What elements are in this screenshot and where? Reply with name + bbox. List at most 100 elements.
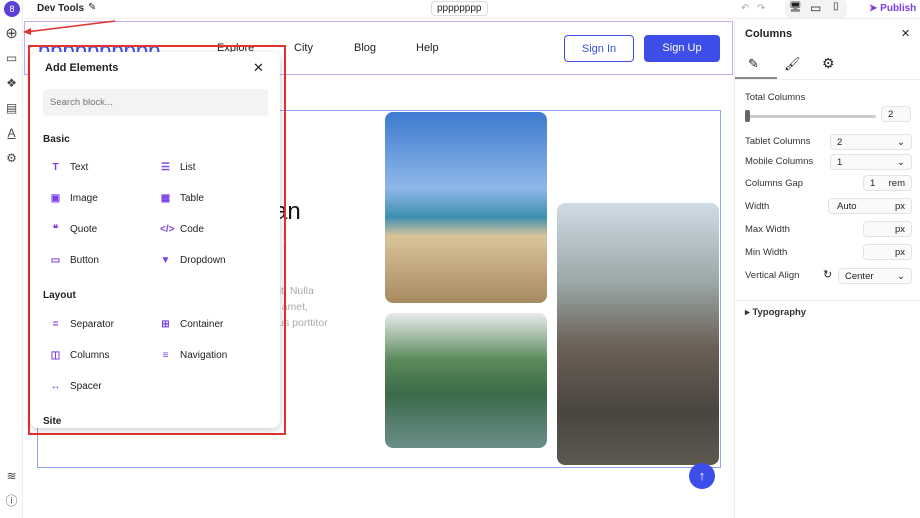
- publish-button[interactable]: ➤ Publish: [869, 3, 916, 14]
- project-title: Dev Tools: [37, 3, 85, 14]
- element-quote[interactable]: ❝ Quote: [50, 224, 97, 235]
- table-icon: ▦: [160, 193, 171, 204]
- element-table[interactable]: ▦ Table: [160, 193, 204, 204]
- element-label: List: [180, 162, 196, 173]
- quote-icon: ❝: [52, 224, 59, 235]
- element-container[interactable]: ⊞ Container: [160, 319, 223, 330]
- element-dropdown[interactable]: ▼ Dropdown: [160, 255, 226, 266]
- group-layout: Layout: [43, 290, 76, 301]
- chevron-down-icon: ⌄: [897, 157, 905, 168]
- element-spacer[interactable]: ↔ Spacer: [50, 381, 102, 392]
- element-image[interactable]: ▣ Image: [50, 193, 98, 204]
- pages-icon[interactable]: ▤: [4, 101, 19, 116]
- desktop-view-icon[interactable]: 🖥: [789, 2, 802, 13]
- panel-close-icon[interactable]: ✕: [901, 27, 910, 40]
- typography-section-toggle[interactable]: ▸ Typography: [745, 307, 806, 318]
- element-label: Button: [70, 255, 99, 266]
- gap-value: 1: [870, 178, 876, 189]
- width-unit[interactable]: px: [895, 199, 905, 213]
- typography-icon[interactable]: A: [4, 126, 19, 141]
- sign-up-button[interactable]: Sign Up: [644, 35, 720, 62]
- max-width-input[interactable]: px: [863, 221, 912, 237]
- typography-label: Typography: [752, 307, 807, 318]
- element-separator[interactable]: = Separator: [50, 319, 114, 330]
- page-name-field[interactable]: pppppppp: [431, 1, 488, 16]
- columns-gap-input[interactable]: 1 rem: [863, 175, 912, 191]
- max-width-unit[interactable]: px: [895, 222, 905, 236]
- group-basic: Basic: [43, 134, 70, 145]
- tablet-view-icon[interactable]: ▭: [810, 1, 821, 15]
- element-label: Spacer: [70, 381, 102, 392]
- vertical-align-label: Vertical Align: [745, 270, 800, 281]
- element-label: Table: [180, 193, 204, 204]
- image-icon: ▣: [50, 193, 61, 204]
- mobile-columns-label: Mobile Columns: [745, 156, 814, 167]
- popup-title: Add Elements: [45, 62, 119, 74]
- element-label: Navigation: [180, 350, 228, 361]
- style-tab-brush-icon[interactable]: 🖌: [784, 56, 801, 72]
- list-icon: ☰: [161, 162, 170, 173]
- close-icon[interactable]: ✕: [253, 60, 264, 76]
- annotation-arrow: [23, 20, 116, 35]
- publish-label: Publish: [880, 3, 917, 14]
- chevron-down-icon: ⌄: [897, 271, 905, 282]
- text-icon: T: [52, 162, 59, 173]
- edit-tab-pencil-icon[interactable]: ✎: [748, 56, 759, 72]
- scroll-top-button[interactable]: ↑: [689, 463, 715, 489]
- reset-icon[interactable]: ↻: [823, 268, 832, 281]
- width-value: Auto: [837, 201, 857, 212]
- panel-title: Columns: [745, 28, 793, 40]
- sign-in-button[interactable]: Sign In: [564, 35, 634, 62]
- top-bar: Dev Tools ✎ pppppppp ↶ ↷ 🖥 ▭ ▯ ➤ Publish: [23, 0, 920, 19]
- gap-unit[interactable]: rem: [889, 176, 905, 190]
- total-columns-label: Total Columns: [745, 92, 806, 103]
- element-button[interactable]: ▭ Button: [50, 255, 99, 266]
- dropdown-icon: ▼: [160, 255, 171, 266]
- total-columns-value: 2: [888, 109, 894, 120]
- code-icon: </>: [160, 224, 175, 235]
- element-label: Dropdown: [180, 255, 226, 266]
- left-toolbar: 8 ⊕ ▭ ❖ ▤ A ⚙ ≋ ⓘ: [0, 0, 23, 518]
- slider-handle[interactable]: [745, 110, 750, 122]
- settings-icon[interactable]: ⚙: [4, 151, 19, 166]
- nav-help[interactable]: Help: [416, 42, 439, 54]
- element-label: Container: [180, 319, 224, 330]
- element-list[interactable]: ☰ List: [160, 162, 196, 173]
- button-icon: ▭: [50, 255, 61, 266]
- layers-icon[interactable]: ≋: [4, 469, 19, 484]
- element-navigation[interactable]: ≡ Navigation: [160, 350, 228, 361]
- min-width-input[interactable]: px: [863, 244, 912, 260]
- search-block-input[interactable]: [43, 89, 268, 116]
- undo-icon[interactable]: ↶: [741, 3, 749, 14]
- nav-blog[interactable]: Blog: [354, 42, 376, 54]
- nav-city[interactable]: City: [294, 42, 313, 54]
- beach-image: [385, 112, 547, 303]
- add-element-icon[interactable]: ⊕: [4, 26, 19, 41]
- total-columns-slider[interactable]: [746, 115, 876, 118]
- columns-icon: ◫: [50, 350, 61, 361]
- settings-tab-gear-icon[interactable]: ⚙: [822, 55, 835, 72]
- app-logo-icon: 8: [4, 1, 20, 17]
- edit-pencil-icon[interactable]: ✎: [88, 2, 96, 13]
- min-width-unit[interactable]: px: [895, 245, 905, 259]
- element-code[interactable]: </> Code: [160, 224, 204, 235]
- components-icon[interactable]: ❖: [4, 76, 19, 91]
- mobile-view-icon[interactable]: ▯: [833, 1, 839, 12]
- element-label: Columns: [70, 350, 110, 361]
- total-columns-input[interactable]: 2: [881, 106, 911, 122]
- vertical-align-select[interactable]: Center ⌄: [838, 268, 912, 284]
- width-input[interactable]: Auto px: [828, 198, 912, 214]
- mobile-columns-value: 1: [837, 157, 843, 168]
- tablet-columns-select[interactable]: 2 ⌄: [830, 134, 912, 150]
- mobile-columns-select[interactable]: 1 ⌄: [830, 154, 912, 170]
- info-icon[interactable]: ⓘ: [4, 494, 19, 509]
- max-width-label: Max Width: [745, 224, 790, 235]
- section-icon[interactable]: ▭: [4, 51, 19, 66]
- tablet-columns-label: Tablet Columns: [745, 136, 811, 147]
- element-columns[interactable]: ◫ Columns: [50, 350, 110, 361]
- element-label: Image: [70, 193, 98, 204]
- vertical-align-value: Center: [845, 271, 874, 282]
- element-label: Quote: [70, 224, 98, 235]
- element-text[interactable]: T Text: [50, 162, 88, 173]
- redo-icon[interactable]: ↷: [757, 3, 765, 14]
